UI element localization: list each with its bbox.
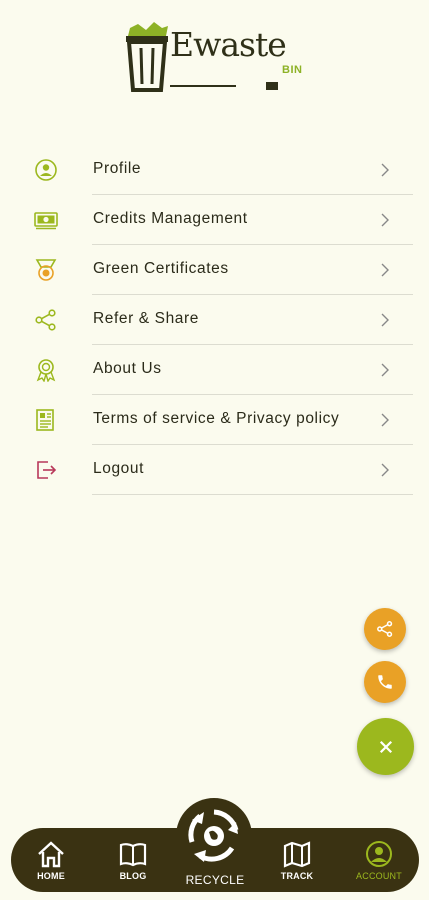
chevron-right-icon: [381, 263, 389, 277]
nav-label: HOME: [37, 871, 65, 881]
menu-item-label: Credits Management: [93, 210, 248, 227]
document-icon: [36, 409, 54, 431]
menu-item-label: About Us: [93, 360, 162, 377]
menu-item-profile[interactable]: Profile: [0, 145, 429, 195]
nav-blog[interactable]: BLOG: [103, 840, 163, 881]
map-icon: [283, 841, 311, 868]
recycle-button[interactable]: [176, 798, 252, 874]
medal-icon: [35, 259, 57, 281]
chevron-right-icon: [381, 363, 389, 377]
menu-item-label: Logout: [93, 460, 145, 477]
app-logo: Ewaste BIN: [122, 22, 302, 96]
nav-track[interactable]: TRACK: [267, 840, 327, 881]
call-fab-button[interactable]: [364, 661, 406, 703]
close-icon: [379, 740, 392, 753]
logo-text: Ewaste: [170, 25, 287, 64]
chevron-right-icon: [381, 213, 389, 227]
menu-item-logout[interactable]: Logout: [0, 445, 429, 495]
phone-icon: [378, 675, 392, 689]
nav-label: TRACK: [280, 871, 314, 881]
menu-item-refer-share[interactable]: Refer & Share: [0, 295, 429, 345]
book-icon: [119, 843, 147, 867]
nav-label: ACCOUNT: [356, 871, 402, 881]
close-fab-button[interactable]: [357, 718, 414, 775]
menu-item-label: Profile: [93, 160, 142, 177]
menu-item-credits-management[interactable]: Credits Management: [0, 195, 429, 245]
chevron-right-icon: [381, 163, 389, 177]
menu-item-about-us[interactable]: About Us: [0, 345, 429, 395]
menu-item-label: Refer & Share: [93, 310, 200, 327]
share-icon: [377, 621, 393, 637]
account-menu: Profile Credits Management Green Certifi…: [0, 145, 429, 495]
menu-item-label: Green Certificates: [93, 260, 229, 277]
logout-icon: [37, 461, 57, 479]
share-icon: [35, 309, 56, 331]
menu-item-green-certificates[interactable]: Green Certificates: [0, 245, 429, 295]
share-fab-button[interactable]: [364, 608, 406, 650]
chevron-right-icon: [381, 313, 389, 327]
chevron-right-icon: [381, 463, 389, 477]
logo-cable: [170, 82, 278, 90]
award-icon: [36, 359, 56, 382]
menu-item-label: Terms of service & Privacy policy: [93, 410, 340, 427]
credits-icon: [34, 212, 58, 230]
menu-item-terms-privacy[interactable]: Terms of service & Privacy policy: [0, 395, 429, 445]
account-icon: [366, 841, 392, 867]
nav-label: BLOG: [119, 871, 147, 881]
nav-account[interactable]: ACCOUNT: [349, 840, 409, 881]
recycle-icon: [188, 809, 239, 862]
profile-icon: [35, 159, 57, 181]
nav-home[interactable]: HOME: [21, 840, 81, 881]
trash-bin-logo-icon: [126, 22, 168, 92]
divider: [92, 494, 413, 495]
home-icon: [38, 841, 64, 868]
logo-subtext: BIN: [282, 64, 303, 76]
nav-label-recycle: RECYCLE: [185, 873, 245, 887]
chevron-right-icon: [381, 413, 389, 427]
